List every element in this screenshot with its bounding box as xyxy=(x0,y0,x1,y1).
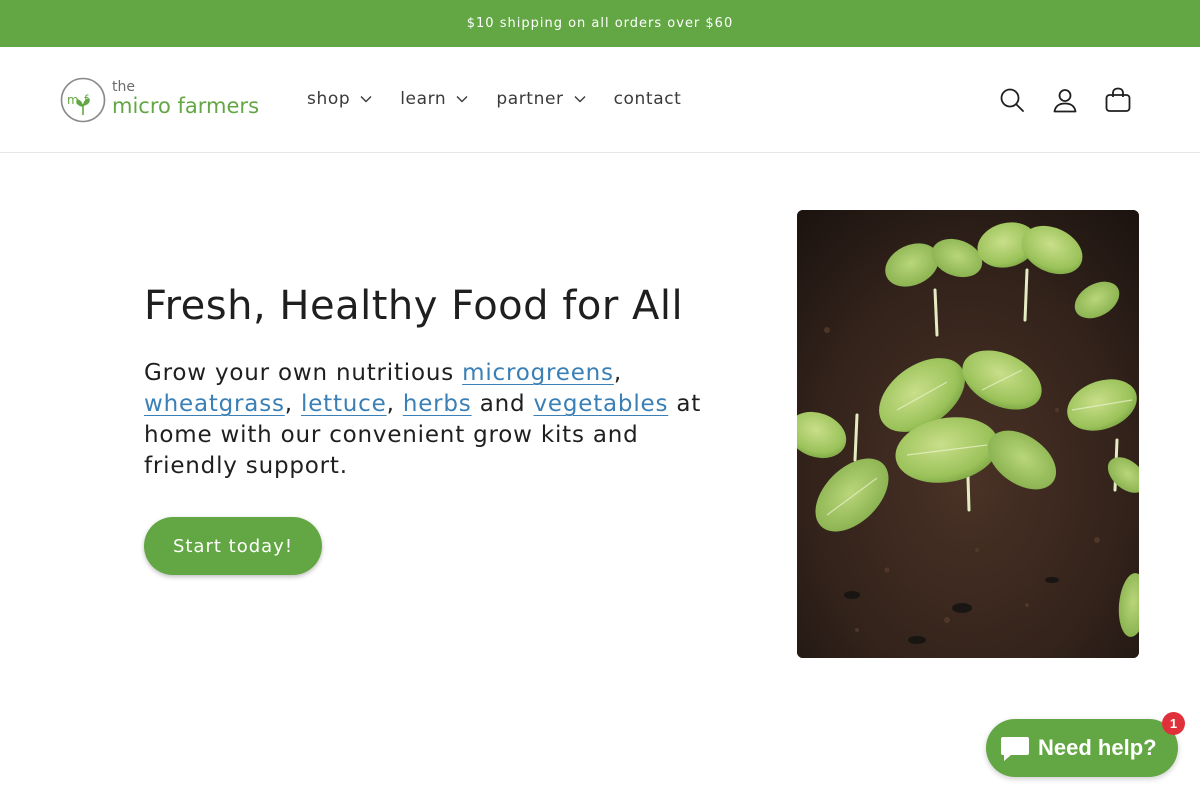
nav-item-partner[interactable]: partner xyxy=(482,78,599,120)
cart-icon xyxy=(1105,87,1131,112)
link-microgreens[interactable]: microgreens xyxy=(462,360,614,386)
hero-text-block: Fresh, Healthy Food for All Grow your ow… xyxy=(144,280,704,482)
nav-label: partner xyxy=(496,89,564,109)
link-wheatgrass[interactable]: wheatgrass xyxy=(144,391,285,417)
separator: and xyxy=(471,391,534,417)
nav-item-shop[interactable]: shop xyxy=(293,78,386,120)
need-help-chat-button[interactable]: Need help? xyxy=(986,719,1178,777)
logo-mark-icon: m f xyxy=(60,77,106,123)
account-button[interactable] xyxy=(1039,74,1091,126)
chevron-down-icon xyxy=(360,96,372,103)
chat-icon xyxy=(1001,737,1029,761)
announcement-text: $10 shipping on all orders over $60 xyxy=(466,16,734,31)
hero-title: Fresh, Healthy Food for All xyxy=(144,283,684,329)
chevron-down-icon xyxy=(456,96,468,103)
hero-desc-prefix: Grow your own nutritious xyxy=(144,360,463,386)
logo-the-text: the xyxy=(112,79,135,95)
header-actions xyxy=(985,74,1144,126)
chevron-down-icon xyxy=(574,96,586,103)
cta-label: Start today! xyxy=(172,535,294,557)
site-header: m f the micro farmers shop learn partner… xyxy=(0,47,1200,153)
logo-wordmark: the micro farmers xyxy=(110,77,260,123)
badge-count: 1 xyxy=(1169,716,1178,731)
nav-item-learn[interactable]: learn xyxy=(386,78,482,120)
separator: , xyxy=(613,360,622,386)
announcement-bar: $10 shipping on all orders over $60 xyxy=(0,0,1200,47)
nav-item-contact[interactable]: contact xyxy=(600,78,696,120)
link-herbs[interactable]: herbs xyxy=(403,391,472,417)
link-lettuce[interactable]: lettuce xyxy=(301,391,387,417)
cart-button[interactable] xyxy=(1092,74,1144,126)
search-icon xyxy=(1000,88,1024,112)
start-today-button[interactable]: Start today! xyxy=(144,517,322,575)
chat-notification-badge: 1 xyxy=(1162,712,1185,735)
account-icon xyxy=(1053,89,1077,113)
nav-label: contact xyxy=(613,89,682,109)
seedlings-image xyxy=(797,210,1139,658)
link-vegetables[interactable]: vegetables xyxy=(534,391,669,417)
separator: , xyxy=(284,391,302,417)
hero-image xyxy=(797,210,1139,658)
main-nav: shop learn partner contact xyxy=(293,78,695,120)
nav-label: learn xyxy=(400,89,447,109)
hero-description: Grow your own nutritious microgreens, wh… xyxy=(144,358,704,482)
nav-label: shop xyxy=(307,89,351,109)
logo-name-text: micro farmers xyxy=(112,94,260,118)
separator: , xyxy=(386,391,403,417)
chat-label: Need help? xyxy=(1038,735,1157,760)
site-logo[interactable]: m f the micro farmers xyxy=(60,76,265,124)
search-button[interactable] xyxy=(986,74,1038,126)
